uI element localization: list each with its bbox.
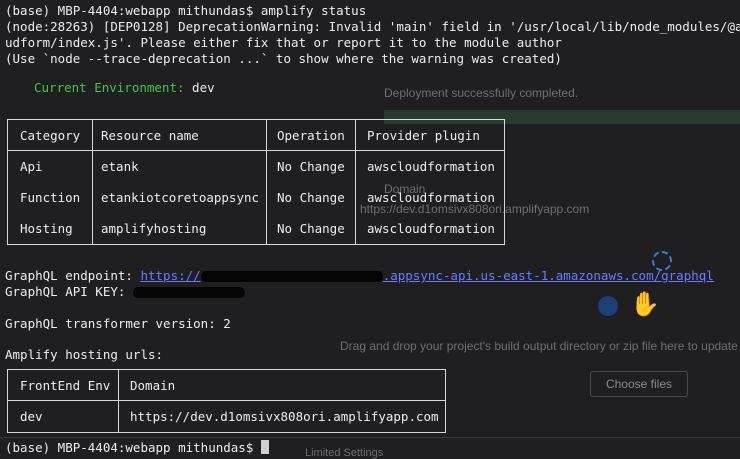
graphql-endpoint-prefix: https:// xyxy=(140,268,201,283)
table-header: Category xyxy=(20,128,81,143)
table-header: Resource name xyxy=(101,128,199,143)
hosting-urls-table: FrontEnd Env Domain dev https://dev.d1om… xyxy=(7,369,446,433)
table-cell: dev xyxy=(20,409,43,424)
table-header: Provider plugin xyxy=(367,128,480,143)
terminal-command-line: (base) MBP-4404:webapp mithundas$ amplif… xyxy=(5,3,367,18)
table-cell: Api xyxy=(20,159,43,174)
current-environment-value: dev xyxy=(184,80,215,95)
redacted-api-key xyxy=(132,287,245,298)
resource-status-table: Category Resource name Operation Provide… xyxy=(7,119,505,245)
divider xyxy=(0,437,740,438)
terminal-prompt: (base) MBP-4404:webapp mithundas$ xyxy=(5,440,261,455)
background-deployment-message: Deployment successfully completed. xyxy=(384,86,579,100)
graphql-endpoint-link[interactable]: https:// .appsync-api.us-east-1.amazonaws… xyxy=(140,268,713,283)
hosting-urls-label: Amplify hosting urls: xyxy=(5,347,164,362)
table-cell: No Change xyxy=(277,190,345,205)
table-cell: etank xyxy=(101,159,139,174)
table-cell: etankiotcoretoappsync xyxy=(101,190,260,205)
current-environment-line: Current Environment: dev xyxy=(34,80,215,96)
drag-hand-icon: ✋ xyxy=(630,290,660,318)
table-cell: awscloudformation xyxy=(367,159,495,174)
table-cell: Hosting xyxy=(20,221,73,236)
graphql-api-key-line: GraphQL API KEY: xyxy=(5,284,245,300)
table-header: Domain xyxy=(130,378,176,393)
graphql-endpoint-label: GraphQL endpoint: xyxy=(5,268,141,283)
current-environment-label: Current Environment: xyxy=(34,80,185,95)
table-cell: No Change xyxy=(277,159,345,174)
deprecation-warning-line-3: (Use `node --trace-deprecation ...` to s… xyxy=(5,51,562,66)
upload-circle-icon xyxy=(598,296,618,316)
choose-files-button[interactable]: Choose files xyxy=(590,371,688,397)
table-header: Operation xyxy=(277,128,345,143)
table-cell: Function xyxy=(20,190,81,205)
background-footer-text: Limited Settings xyxy=(305,447,384,459)
table-cell: awscloudformation xyxy=(367,221,495,236)
graphql-endpoint-line: GraphQL endpoint: https:// .appsync-api.u… xyxy=(5,268,714,284)
graphql-api-key-label: GraphQL API KEY: xyxy=(5,284,133,299)
table-cell: amplifyhosting xyxy=(101,221,207,236)
table-header: FrontEnd Env xyxy=(20,378,111,393)
table-cell: awscloudformation xyxy=(367,190,495,205)
background-drag-drop-text: Drag and drop your project's build outpu… xyxy=(340,339,738,353)
deprecation-warning-line-2: udform/index.js'. Please either fix that… xyxy=(5,35,562,50)
terminal-prompt-line[interactable]: (base) MBP-4404:webapp mithundas$ xyxy=(5,440,269,456)
deprecation-warning-line-1: (node:28263) [DEP0128] DeprecationWarnin… xyxy=(5,19,740,34)
hosting-domain-link[interactable]: https://dev.d1omsivx808ori.amplifyapp.co… xyxy=(130,409,439,424)
graphql-endpoint-suffix: .appsync-api.us-east-1.amazonaws.com/gra… xyxy=(382,268,714,283)
redacted-endpoint-id xyxy=(200,271,383,282)
table-cell: No Change xyxy=(277,221,345,236)
transformer-version-line: GraphQL transformer version: 2 xyxy=(5,316,231,331)
terminal-cursor xyxy=(260,440,269,454)
